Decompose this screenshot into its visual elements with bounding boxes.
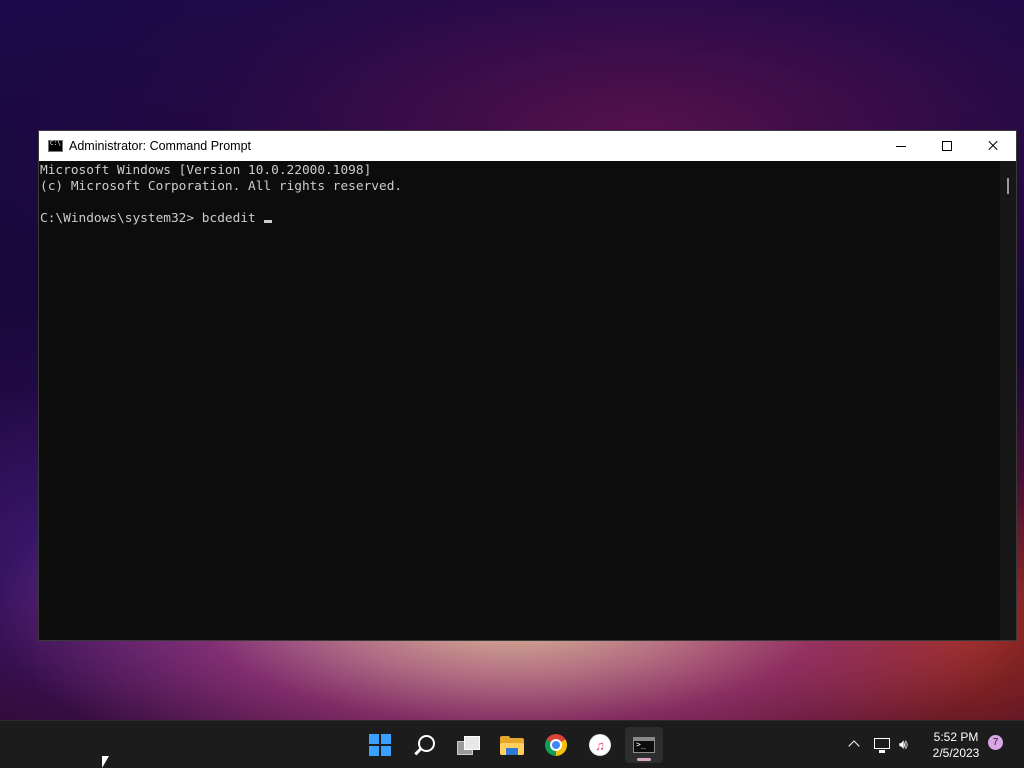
scrollbar-thumb[interactable] [1007,178,1009,194]
itunes-button[interactable]: ♫ [581,727,619,763]
volume-icon[interactable]: 🔊︎ [899,736,917,752]
search-icon [417,734,435,752]
text-cursor [264,220,273,223]
minimize-button[interactable] [878,131,924,161]
clock-date: 2/5/2023 [932,746,980,760]
system-clock[interactable]: 5:52 PM 2/5/2023 [926,729,986,761]
title-bar[interactable]: Administrator: Command Prompt [39,131,1016,161]
cmd-app-icon [48,140,63,152]
taskbar: ♫ 🔊︎ 5:52 PM 2/5/2023 [0,720,1024,768]
network-icon[interactable] [874,738,890,753]
itunes-icon: ♫ [589,734,611,756]
command-prompt-window[interactable]: Administrator: Command Prompt Microsoft … [38,130,1017,641]
active-app-indicator [637,758,651,761]
command-prompt-button[interactable] [625,727,663,763]
console-line: Microsoft Windows [Version 10.0.22000.10… [40,163,372,178]
search-button[interactable] [405,727,443,763]
task-view-button[interactable] [449,727,487,763]
maximize-button[interactable] [924,131,970,161]
command-input: C:\Windows\system32> bcdedit [40,211,264,226]
chrome-icon [545,734,567,756]
task-view-icon [457,736,480,755]
console-prompt-line: C:\Windows\system32> bcdedit [40,211,1000,227]
start-button[interactable] [361,727,399,763]
console-output[interactable]: Microsoft Windows [Version 10.0.22000.10… [39,161,1000,640]
mouse-pointer-icon [102,756,109,768]
chrome-button[interactable] [537,727,575,763]
notification-badge[interactable]: 7 [988,735,1003,750]
close-button[interactable] [970,131,1016,161]
show-hidden-icons-chevron-icon[interactable] [848,740,860,752]
vertical-scrollbar[interactable] [1000,161,1016,640]
cmd-icon [633,737,655,753]
clock-time: 5:52 PM [933,730,979,744]
console-line: (c) Microsoft Corporation. All rights re… [40,179,403,194]
window-title: Administrator: Command Prompt [69,139,252,153]
folder-icon [500,735,524,755]
windows-start-icon [369,734,391,756]
file-explorer-button[interactable] [493,727,531,763]
